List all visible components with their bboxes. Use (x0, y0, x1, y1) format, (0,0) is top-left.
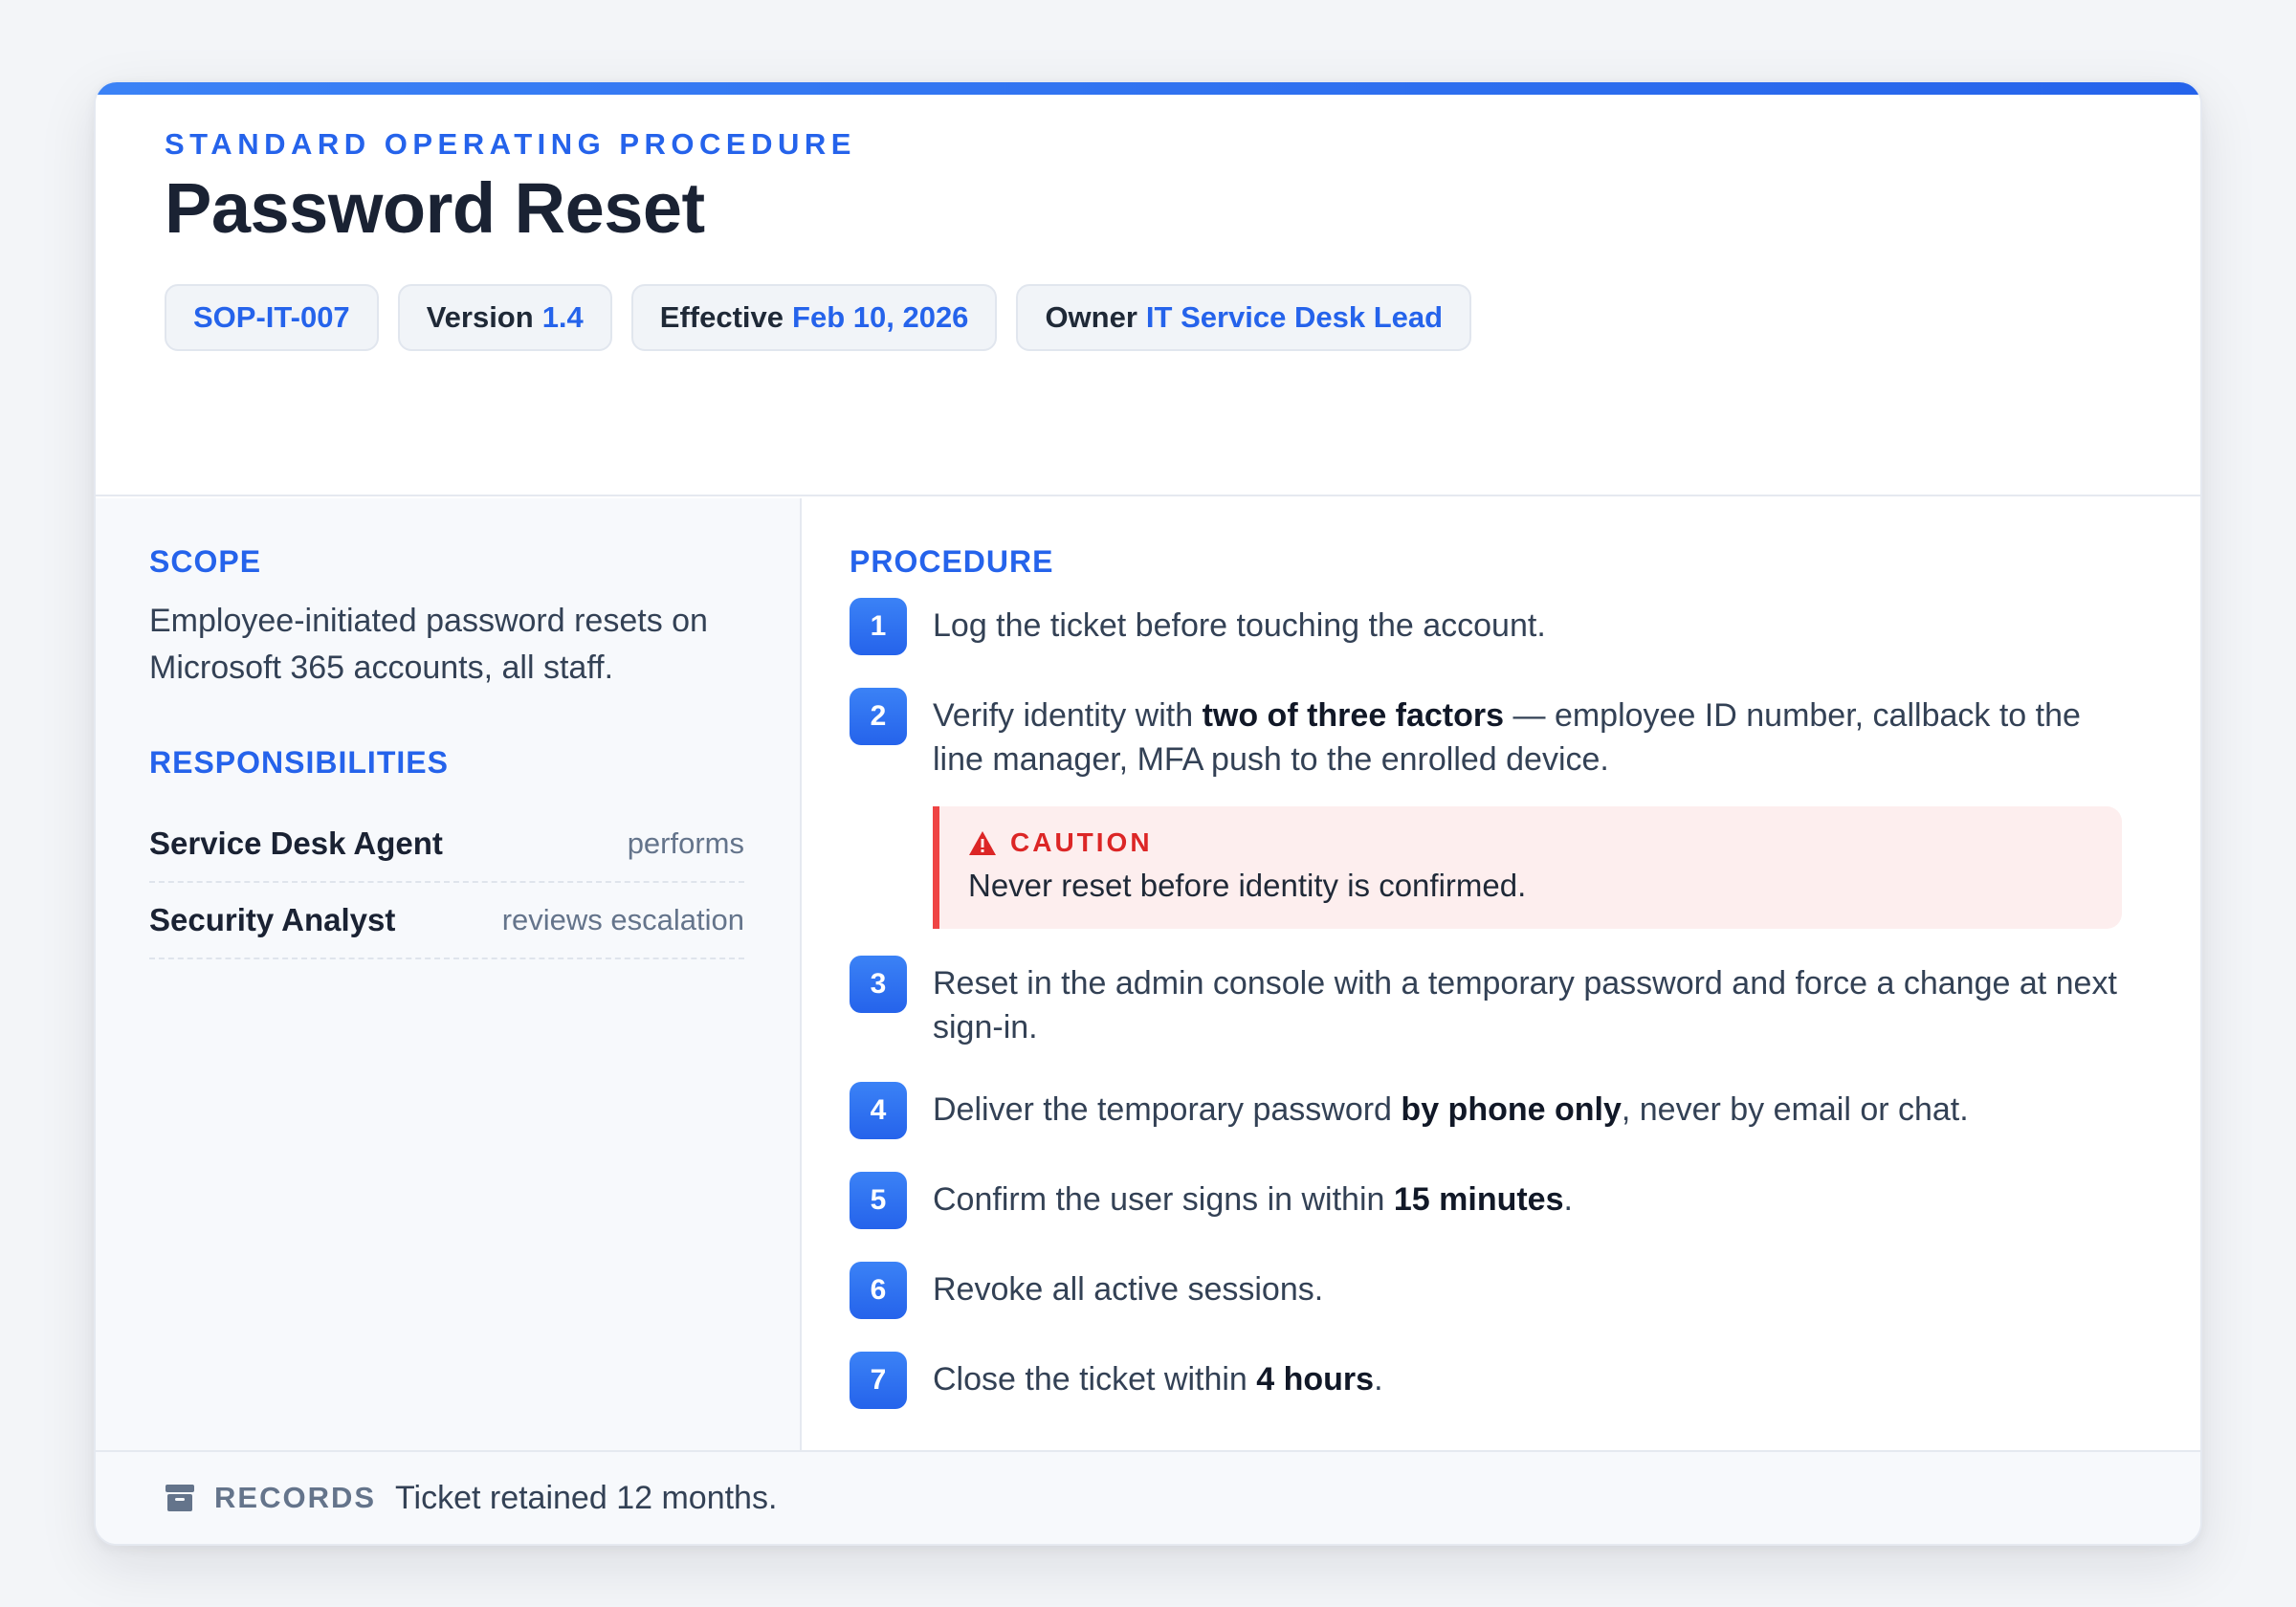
owner-chip: Owner IT Service Desk Lead (1016, 284, 1472, 351)
page-title: Password Reset (165, 168, 705, 248)
responsibility-row: Security Analyst reviews escalation (149, 883, 744, 959)
step-text-part: Log the ticket before touching the accou… (933, 607, 1546, 644)
caution-label: CAUTION (1010, 827, 1153, 857)
step-number-badge: 5 (850, 1172, 907, 1229)
step-number-badge: 2 (850, 688, 907, 745)
eyebrow-label: STANDARD OPERATING PROCEDURE (165, 127, 856, 161)
step-text: Revoke all active sessions. (933, 1262, 1323, 1311)
responsibilities-list: Service Desk Agent performs Security Ana… (149, 806, 744, 959)
step-text-part: Reset in the admin console with a tempor… (933, 965, 2117, 1046)
effective-chip: Effective Feb 10, 2026 (630, 284, 998, 351)
procedure-step: 2 Verify identity with two of three fact… (850, 688, 2122, 781)
step-text: Verify identity with two of three factor… (933, 688, 2122, 781)
effective-value: Feb 10, 2026 (792, 300, 969, 334)
step-text: Close the ticket within 4 hours. (933, 1352, 1383, 1401)
step-number-badge: 7 (850, 1352, 907, 1409)
procedure-step: 4 Deliver the temporary password by phon… (850, 1082, 2122, 1139)
warning-triangle-icon (969, 830, 996, 855)
eyebrow-container: STANDARD OPERATING PROCEDURE (165, 129, 856, 159)
caution-text: Never reset before identity is confirmed… (968, 868, 1527, 903)
step-number-badge: 6 (850, 1262, 907, 1319)
step-number-badge: 3 (850, 956, 907, 1013)
responsibility-role: Service Desk Agent (149, 826, 443, 861)
step-text-emphasis: two of three factors (1202, 697, 1505, 734)
scope-text: Employee-initiated password resets on Mi… (149, 603, 708, 686)
procedure-step: 6 Revoke all active sessions. (850, 1262, 2122, 1319)
step-text-part: , never by email or chat. (1621, 1091, 1969, 1128)
version-label: Version (426, 300, 534, 334)
procedure-heading: PROCEDURE (850, 544, 1054, 579)
records-footer: RECORDS Ticket retained 12 months. (96, 1450, 2200, 1544)
sop-id: SOP-IT-007 (193, 300, 350, 334)
step-text-emphasis: 15 minutes (1393, 1181, 1564, 1218)
records-label: RECORDS (214, 1481, 377, 1514)
step-text: Confirm the user signs in within 15 minu… (933, 1172, 1573, 1222)
responsibility-row: Service Desk Agent performs (149, 806, 744, 883)
step-text-emphasis: 4 hours (1256, 1361, 1375, 1398)
sop-id-chip: SOP-IT-007 (165, 284, 379, 351)
step-text-part: . (1374, 1361, 1383, 1398)
meta-chips: SOP-IT-007 Version 1.4 Effective Feb 10,… (165, 284, 1472, 351)
scope-heading: SCOPE (149, 544, 262, 579)
version-value: 1.4 (541, 300, 584, 334)
archive-box-icon (166, 1485, 194, 1511)
step-text-part: Deliver the temporary password (933, 1091, 1402, 1128)
procedure-panel: PROCEDURE 1 Log the ticket before touchi… (804, 498, 2200, 1450)
step-text-part: Revoke all active sessions. (933, 1271, 1324, 1308)
step-text: Deliver the temporary password by phone … (933, 1082, 1969, 1132)
step-text-part: Verify identity with (933, 697, 1203, 734)
step-text-part: Close the ticket within (933, 1361, 1257, 1398)
responsibility-role: Security Analyst (149, 902, 396, 937)
step-text-part: Confirm the user signs in within (933, 1181, 1394, 1218)
responsibility-duty: reviews escalation (501, 903, 744, 936)
procedure-step: 5 Confirm the user signs in within 15 mi… (850, 1172, 2122, 1229)
version-chip: Version 1.4 (397, 284, 612, 351)
caution-label-row: CAUTION (968, 827, 1153, 858)
step-number-badge: 1 (850, 598, 907, 655)
step-text: Log the ticket before touching the accou… (933, 598, 1546, 648)
sop-card: STANDARD OPERATING PROCEDURE Password Re… (94, 80, 2202, 1546)
records-text: Ticket retained 12 months. (395, 1479, 778, 1516)
procedure-step: 7 Close the ticket within 4 hours. (850, 1352, 2122, 1409)
step-text-part: . (1563, 1181, 1573, 1218)
effective-label: Effective (659, 300, 784, 334)
procedure-step: 3 Reset in the admin console with a temp… (850, 956, 2122, 1049)
left-panel: SCOPE Employee-initiated password resets… (96, 498, 802, 1450)
caution-callout: CAUTION Never reset before identity is c… (933, 806, 2122, 929)
step-number-badge: 4 (850, 1082, 907, 1139)
owner-label: Owner (1045, 300, 1137, 334)
responsibilities-heading: RESPONSIBILITIES (149, 745, 449, 780)
step-text: Reset in the admin console with a tempor… (933, 956, 2122, 1049)
accent-bar (96, 82, 2200, 95)
responsibility-duty: performs (627, 826, 744, 860)
owner-value: IT Service Desk Lead (1145, 300, 1444, 334)
sop-header: STANDARD OPERATING PROCEDURE Password Re… (96, 95, 2200, 496)
procedure-steps: 1 Log the ticket before touching the acc… (850, 598, 2122, 1442)
procedure-step: 1 Log the ticket before touching the acc… (850, 598, 2122, 655)
step-text-emphasis: by phone only (1401, 1091, 1622, 1128)
